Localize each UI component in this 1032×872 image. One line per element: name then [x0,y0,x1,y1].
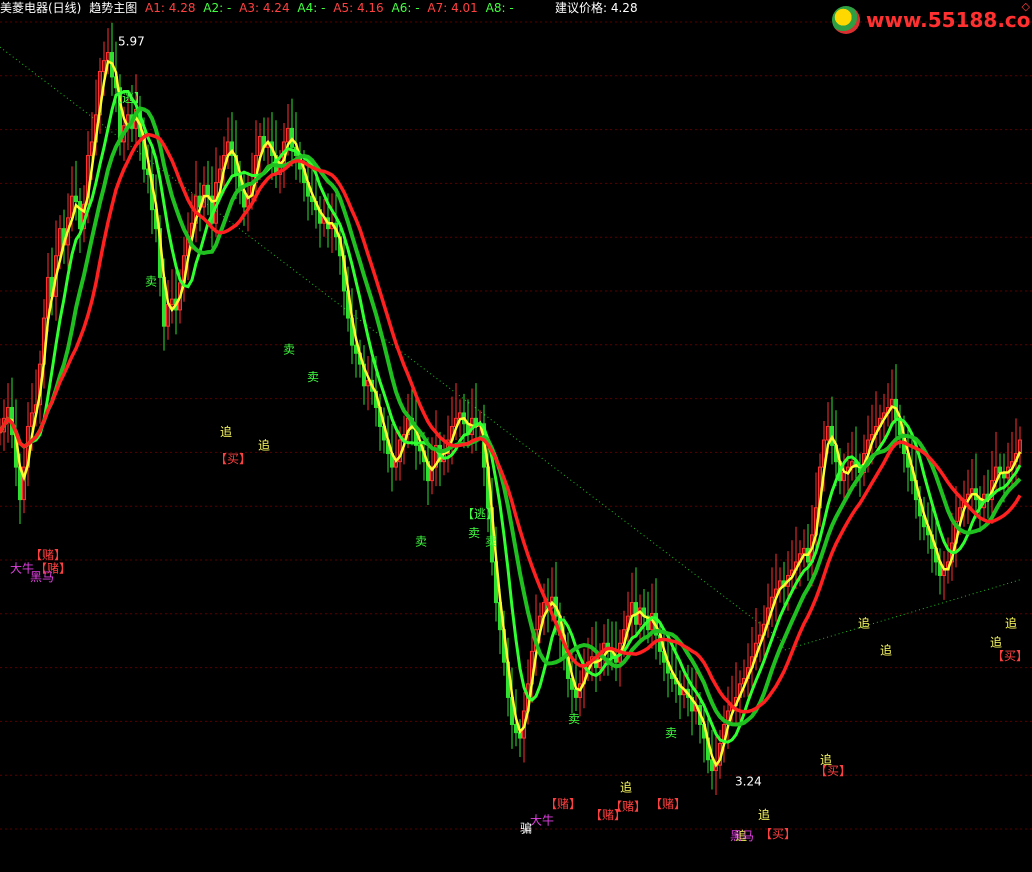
indicator-a1: A1: 4.28 [145,1,196,15]
indicator-a5: A5: 4.16 [333,1,384,15]
signal-label: 追 [1005,615,1017,630]
signal-label: 【赌】 [545,797,581,811]
low-price-label: 3.24 [735,774,762,788]
signal-label: 【赌】 [650,797,686,811]
indicator-a7: A7: 4.01 [427,1,478,15]
signal-label: 卖 [415,534,427,548]
signal-label: 追 [990,635,1002,650]
signal-label: 卖 [307,370,319,384]
signal-label: 【买】 [815,764,851,778]
signal-label: 【逃】 [462,507,498,521]
signal-label: 卖 [468,526,480,540]
signal-label: 【买】 [760,827,796,841]
signal-label: 骗 [520,821,532,836]
signal-label: 【赌】 [590,808,626,822]
suggest-price: 建议价格: 4.28 [555,1,638,15]
signal-label: 卖 [568,712,580,726]
chart-header: 美菱电器(日线) 趋势主图 A1: 4.28 A2: - A3: 4.24 A4… [0,0,518,16]
signal-label: 卖 [283,343,295,357]
signal-label: 【逃】 [110,91,146,105]
logo-text: www.55188.com [866,8,1032,32]
indicator-a3: A3: 4.24 [239,1,290,15]
signal-label: 【买】 [215,452,251,466]
candle-body [998,466,1002,474]
candlestick-chart: 5.973.24【逃】卖卖卖追追【买】【逃】卖卖卖【赌】大牛 【赌】黑马卖卖追追追… [0,21,1032,843]
diamond-icon[interactable]: ◇ [1022,0,1030,13]
indicator-a2: A2: - [203,1,232,15]
signal-label: 追 [620,780,632,795]
signal-label: 卖 [485,534,497,548]
site-logo[interactable]: www.55188.com [832,4,1032,36]
signal-label: 追 [880,643,892,658]
signal-label: 追 [758,807,770,822]
signal-label: 卖 [145,274,157,288]
candle-body [78,201,82,230]
signal-label: 黑马 [30,570,54,584]
high-price-label: 5.97 [118,35,145,49]
candle-body [74,195,78,203]
signal-label: 大牛 [530,812,554,827]
signal-label: 追 [220,424,232,439]
candle-body [206,184,210,197]
indicator-a8: A8: - [485,1,514,15]
candle-body [574,688,578,698]
logo-icon [832,6,860,34]
signal-label: 黑马 [730,829,754,843]
signal-label: 【赌】 [30,548,66,562]
signal-label: 追 [858,615,870,630]
signal-label: 卖 [665,726,677,740]
ma-fast-line [0,59,1022,768]
chart-subtitle: 趋势主图 [89,1,138,15]
indicator-a4: A4: - [297,1,326,15]
signal-label: 【买】 [992,649,1028,663]
signal-label: 追 [258,437,270,452]
chart-title: 美菱电器(日线) [0,1,82,15]
indicator-a6: A6: - [391,1,420,15]
